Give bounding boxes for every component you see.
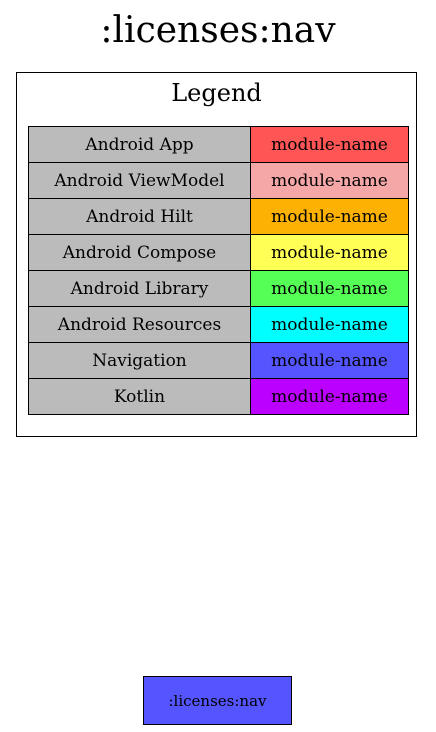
legend-row: Android Hilt module-name: [28, 198, 409, 235]
legend-row: Android Library module-name: [28, 270, 409, 307]
legend-row: Android Compose module-name: [28, 234, 409, 271]
legend-type-label: Android App: [28, 126, 251, 163]
legend-color-swatch: module-name: [250, 198, 409, 235]
legend-type-label: Android Compose: [28, 234, 251, 271]
legend-row: Android App module-name: [28, 126, 409, 163]
graph-title: :licenses:nav: [100, 10, 336, 51]
legend-type-label: Android Hilt: [28, 198, 251, 235]
legend-type-label: Android Resources: [28, 306, 251, 343]
legend-color-swatch: module-name: [250, 126, 409, 163]
legend-type-label: Android ViewModel: [28, 162, 251, 199]
legend-color-swatch: module-name: [250, 234, 409, 271]
legend-row: Android ViewModel module-name: [28, 162, 409, 199]
legend-type-label: Navigation: [28, 342, 251, 379]
legend-type-label: Android Library: [28, 270, 251, 307]
legend-row: Navigation module-name: [28, 342, 409, 379]
legend-box: Legend Android App module-name Android V…: [16, 72, 417, 437]
legend-color-swatch: module-name: [250, 342, 409, 379]
legend-table: Android App module-name Android ViewMode…: [28, 126, 409, 415]
legend-row: Kotlin module-name: [28, 378, 409, 415]
legend-row: Android Resources module-name: [28, 306, 409, 343]
legend-type-label: Kotlin: [28, 378, 251, 415]
legend-color-swatch: module-name: [250, 306, 409, 343]
legend-color-swatch: module-name: [250, 162, 409, 199]
legend-color-swatch: module-name: [250, 378, 409, 415]
legend-title: Legend: [171, 79, 262, 107]
module-node: :licenses:nav: [143, 676, 292, 725]
legend-color-swatch: module-name: [250, 270, 409, 307]
